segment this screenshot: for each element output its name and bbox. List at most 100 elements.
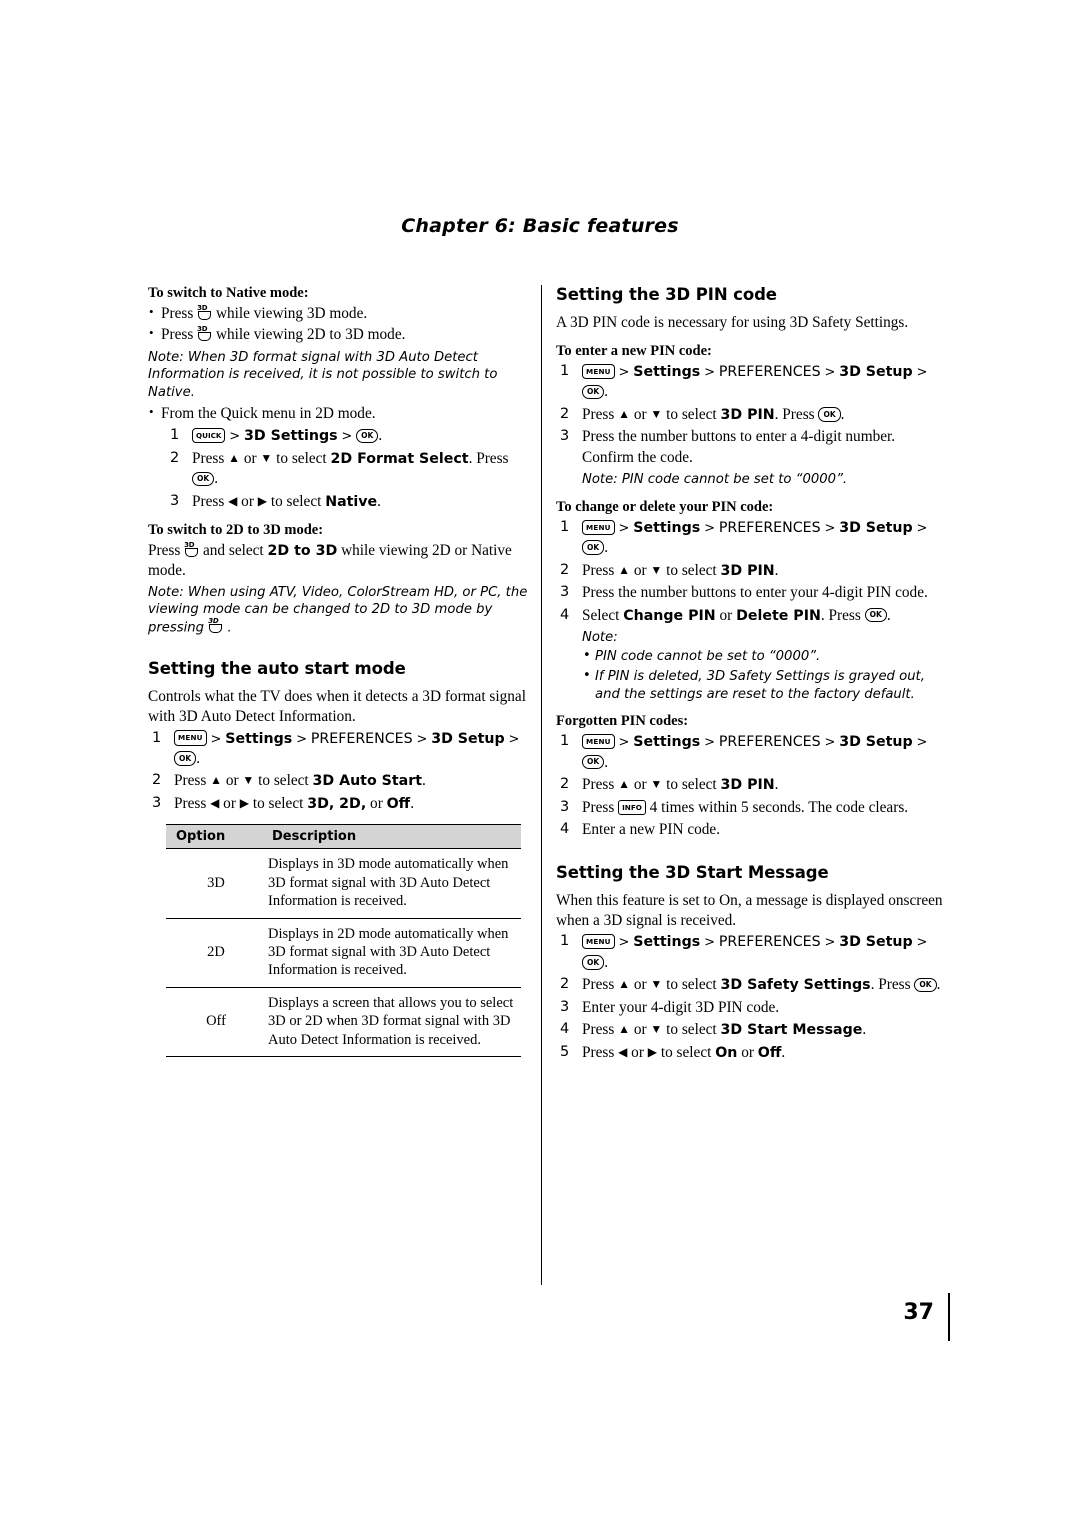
pin-code-intro: A 3D PIN code is necessary for using 3D … <box>556 314 909 331</box>
step-text: to select <box>662 976 721 994</box>
step-text: or <box>219 794 240 812</box>
cell-option: 2D <box>166 918 262 988</box>
path-separator: > <box>704 935 715 951</box>
path-separator: > <box>618 364 630 380</box>
option-3d-start-message: 3D Start Message <box>720 1022 863 1039</box>
step-text: . <box>840 405 845 423</box>
forgotten-pin-steps: 1 MENU > Settings > PREFERENCES > 3D Set… <box>556 732 946 840</box>
step-item: 3 Press the number buttons to enter your… <box>556 583 946 603</box>
step-text: Press <box>582 405 619 423</box>
menu-path-preferences: PREFERENCES <box>718 519 821 536</box>
2d-to-3d-text: Press 3D and select 2D to 3D while viewi… <box>148 541 530 581</box>
bullet-text-post: while viewing 2D to 3D mode. <box>215 326 406 344</box>
up-arrow-icon: ▲ <box>228 450 241 465</box>
2d-to-3d-heading: To switch to 2D to 3D mode: <box>148 522 324 539</box>
native-mode-heading: To switch to Native mode: <box>148 285 309 301</box>
2d-to-3d-note: Note: When using ATV, Video, ColorStream… <box>148 584 528 636</box>
step-text: . <box>377 492 381 510</box>
menu-key-icon: MENU <box>582 363 615 379</box>
step-item: 5 Press ◀ or ▶ to select On or Off. <box>556 1043 946 1063</box>
cell-description: Displays a screen that allows you to sel… <box>262 987 521 1058</box>
path-separator: > <box>704 364 715 380</box>
step-text: Press <box>582 798 619 816</box>
menu-path-settings: Settings <box>225 730 293 747</box>
step-item: 1 MENU > Settings > PREFERENCES > 3D Set… <box>556 518 946 559</box>
step-text: . <box>774 776 779 794</box>
right-arrow-icon: ▶ <box>257 493 267 508</box>
period: . <box>604 953 609 971</box>
step-text: Enter your 4-digit 3D PIN code. <box>582 998 780 1016</box>
step-text: . <box>862 1021 867 1039</box>
step-text: to select <box>662 405 721 423</box>
step-text: to select <box>254 772 313 790</box>
step-text: . Press <box>820 606 865 624</box>
start-message-section-title: Setting the 3D Start Message <box>556 862 829 882</box>
3d-button-icon: 3D <box>184 541 199 558</box>
step-text: 4 times within 5 seconds. The code clear… <box>645 798 909 816</box>
path-separator: > <box>618 520 630 536</box>
step-item: 4 Enter a new PIN code. <box>556 820 946 840</box>
right-column: Setting the 3D PIN code A 3D PIN code is… <box>556 285 946 1065</box>
step-number: 3 <box>560 428 570 445</box>
option-change-pin: Change PIN <box>623 607 716 624</box>
step-text: Press <box>582 1043 619 1061</box>
cell-option: 3D <box>166 848 262 919</box>
option-2d-format-select: 2D Format Select <box>330 450 469 467</box>
table-row: 2D Displays in 2D mode automatically whe… <box>166 918 521 988</box>
step-text: . <box>781 1043 786 1061</box>
step-number: 1 <box>152 729 162 746</box>
info-key-icon: INFO <box>618 799 646 815</box>
path-separator: > <box>704 520 715 536</box>
step-number: 3 <box>170 492 180 509</box>
path-separator: > <box>618 735 630 751</box>
chapter-heading: Chapter 6: Basic features <box>401 215 679 237</box>
change-pin-steps: 1 MENU > Settings > PREFERENCES > 3D Set… <box>556 518 946 626</box>
3d-button-icon: 3D <box>208 617 223 634</box>
auto-start-options-table: Option Description 3D Displays in 3D mod… <box>166 824 521 1058</box>
menu-path-preferences: PREFERENCES <box>718 934 821 951</box>
menu-path-settings: Settings <box>633 363 701 380</box>
step-item: 3 Press INFO 4 times within 5 seconds. T… <box>556 798 946 818</box>
cell-description: Displays in 3D mode automatically when 3… <box>262 848 521 919</box>
step-number: 2 <box>170 449 180 466</box>
ok-key-icon: OK <box>864 607 887 623</box>
step-number: 4 <box>560 821 570 838</box>
step-text: Press <box>582 561 619 579</box>
step-number: 3 <box>560 584 570 601</box>
step-number: 1 <box>170 427 180 444</box>
step-text: . <box>886 606 891 624</box>
list-item: Press 3D while viewing 2D to 3D mode. <box>148 324 530 345</box>
native-mode-bullets: Press 3D while viewing 3D mode. Press 3D… <box>148 303 530 346</box>
menu-path-3d-setup: 3D Setup <box>839 734 913 751</box>
step-text: Press <box>582 1021 619 1039</box>
bullet-text-pre: Press <box>161 305 194 322</box>
step-item: 4 Press ▲ or ▼ to select 3D Start Messag… <box>556 1020 946 1040</box>
auto-start-steps: 1 MENU > Settings > PREFERENCES > 3D Set… <box>148 729 530 815</box>
ok-key-icon: OK <box>356 428 379 444</box>
down-arrow-icon: ▼ <box>650 1022 663 1037</box>
ok-key-icon: OK <box>582 384 605 400</box>
step-number: 3 <box>560 798 570 815</box>
step-item: 1 MENU > Settings > PREFERENCES > 3D Set… <box>556 362 946 403</box>
step-text: or <box>222 772 243 790</box>
bullet-text-post: while viewing 3D mode. <box>215 305 368 322</box>
step-text: or <box>630 561 651 579</box>
down-arrow-icon: ▼ <box>650 777 663 792</box>
path-separator: > <box>824 735 836 751</box>
step-text: to select <box>662 1021 721 1039</box>
left-arrow-icon: ◀ <box>618 1044 628 1059</box>
right-arrow-icon: ▶ <box>239 795 249 810</box>
right-arrow-icon: ▶ <box>647 1044 657 1059</box>
option-off: Off <box>757 1044 782 1061</box>
table-header-row: Option Description <box>166 824 521 850</box>
period: . <box>196 749 201 767</box>
down-arrow-icon: ▼ <box>650 562 663 577</box>
enter-pin-note: Note: PIN code cannot be set to “0000”. <box>582 472 848 488</box>
3d-button-icon: 3D <box>197 325 212 342</box>
step-item: 4 Select Change PIN or Delete PIN. Press… <box>556 606 946 626</box>
period: . <box>378 427 383 445</box>
down-arrow-icon: ▼ <box>242 773 255 788</box>
up-arrow-icon: ▲ <box>618 562 631 577</box>
path-separator: > <box>508 731 520 747</box>
step-text: or <box>627 1043 648 1061</box>
